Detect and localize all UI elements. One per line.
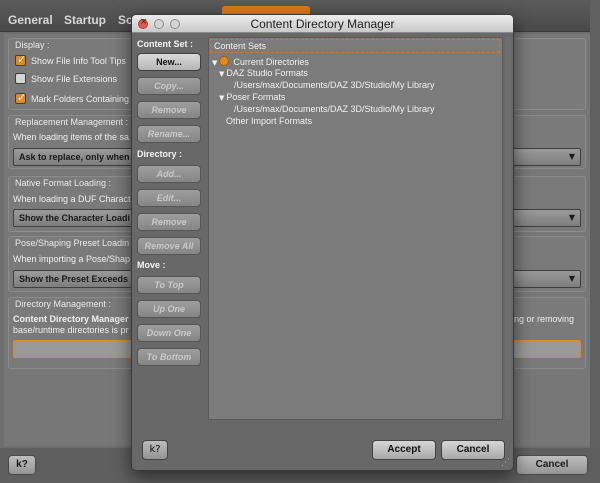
tree-item-daz-path[interactable]: /Users/max/Documents/DAZ 3D/Studio/My Li… xyxy=(234,80,435,90)
pointer-question-icon: k? xyxy=(16,459,28,470)
poser-formats-label: Poser Formats xyxy=(226,92,286,102)
preferences-cancel-button[interactable]: Cancel xyxy=(516,455,588,475)
tab-startup[interactable]: Startup xyxy=(64,13,106,27)
pointer-question-icon: k? xyxy=(149,444,161,455)
tree-item-other-import-formats[interactable]: Other Import Formats xyxy=(226,116,312,126)
move-up-one-button[interactable]: Up One xyxy=(137,300,201,318)
mark-folders-label: Mark Folders Containing xyxy=(31,94,130,104)
tree-header: Content Sets xyxy=(210,39,500,53)
directory-label: Directory : xyxy=(137,149,183,159)
move-to-top-button[interactable]: To Top xyxy=(137,276,201,294)
tab-general[interactable]: General xyxy=(8,13,53,27)
show-file-extensions-checkbox[interactable] xyxy=(15,73,26,84)
preferences-help-button[interactable]: k? xyxy=(8,455,36,475)
pose-preset-description: When importing a Pose/Shap xyxy=(13,254,131,264)
show-file-extensions-label: Show File Extensions xyxy=(31,74,118,84)
right-edge-shadow xyxy=(590,0,600,483)
chevron-down-icon: ▼ xyxy=(568,152,576,161)
rename-content-set-button[interactable]: Rename... xyxy=(137,125,201,143)
remove-content-set-button[interactable]: Remove xyxy=(137,101,201,119)
show-file-info-checkbox[interactable] xyxy=(15,53,26,66)
remove-directory-button[interactable]: Remove xyxy=(137,213,201,231)
active-set-indicator-icon xyxy=(219,56,230,66)
show-file-info-label: Show File Info Tool Tips xyxy=(31,56,126,66)
current-directories-label: Current Directories xyxy=(233,57,309,67)
display-group-title: Display : xyxy=(15,40,50,50)
dialog-title: Content Directory Manager xyxy=(250,17,395,31)
chevron-down-icon: ▼ xyxy=(568,213,576,222)
directory-management-text-right: ding or removing xyxy=(507,314,575,324)
dialog-help-button[interactable]: k? xyxy=(142,440,168,460)
content-sets-tree[interactable]: Content Sets ▼ Current Directories ▼ DAZ S… xyxy=(208,37,503,420)
resize-grip-icon[interactable]: ⋰ xyxy=(501,458,511,468)
accept-button[interactable]: Accept xyxy=(372,440,436,460)
move-label: Move : xyxy=(137,260,166,270)
pose-preset-group-title: Pose/Shaping Preset Loadin xyxy=(15,238,130,248)
copy-content-set-button[interactable]: Copy... xyxy=(137,77,201,95)
new-content-set-button[interactable]: New... xyxy=(137,53,201,71)
directory-management-group-title: Directory Management : xyxy=(15,299,112,309)
content-set-label: Content Set : xyxy=(137,39,193,49)
edit-directory-button[interactable]: Edit... xyxy=(137,189,201,207)
expand-triangle-icon[interactable]: ▼ xyxy=(219,94,224,102)
dialog-cancel-button[interactable]: Cancel xyxy=(441,440,505,460)
native-format-description: When loading a DUF Characte xyxy=(13,194,136,204)
add-directory-button[interactable]: Add... xyxy=(137,165,201,183)
directory-management-text-line2: base/runtime directories is pr xyxy=(13,325,129,335)
move-down-one-button[interactable]: Down One xyxy=(137,324,201,342)
expand-triangle-icon[interactable]: ▼ xyxy=(219,70,224,78)
tree-item-poser-formats[interactable]: ▼ Poser Formats xyxy=(219,92,285,102)
content-directory-manager-dialog: Content Directory Manager Content Set : … xyxy=(131,14,514,471)
tree-item-current-directories[interactable]: ▼ Current Directories xyxy=(212,56,309,67)
dialog-titlebar: Content Directory Manager xyxy=(132,15,513,33)
active-tab-indicator xyxy=(222,6,310,14)
replacement-description: When loading items of the sa xyxy=(13,132,130,142)
mark-folders-checkbox[interactable] xyxy=(15,91,26,104)
move-to-bottom-button[interactable]: To Bottom xyxy=(137,348,201,366)
app-root: General Startup Sc Display : Show File I… xyxy=(0,0,600,483)
tree-scrollbar[interactable] xyxy=(505,37,511,420)
native-format-group-title: Native Format Loading : xyxy=(15,178,112,188)
tree-item-poser-path[interactable]: /Users/max/Documents/DAZ 3D/Studio/My Li… xyxy=(234,104,435,114)
expand-triangle-icon[interactable]: ▼ xyxy=(212,59,217,67)
directory-management-text-bold: Content Directory Manager xyxy=(13,314,129,324)
tree-item-daz-formats[interactable]: ▼ DAZ Studio Formats xyxy=(219,68,308,78)
replacement-group-title: Replacement Management : xyxy=(15,117,129,127)
daz-formats-label: DAZ Studio Formats xyxy=(226,68,308,78)
remove-all-directories-button[interactable]: Remove All xyxy=(137,237,201,255)
chevron-down-icon: ▼ xyxy=(568,274,576,283)
